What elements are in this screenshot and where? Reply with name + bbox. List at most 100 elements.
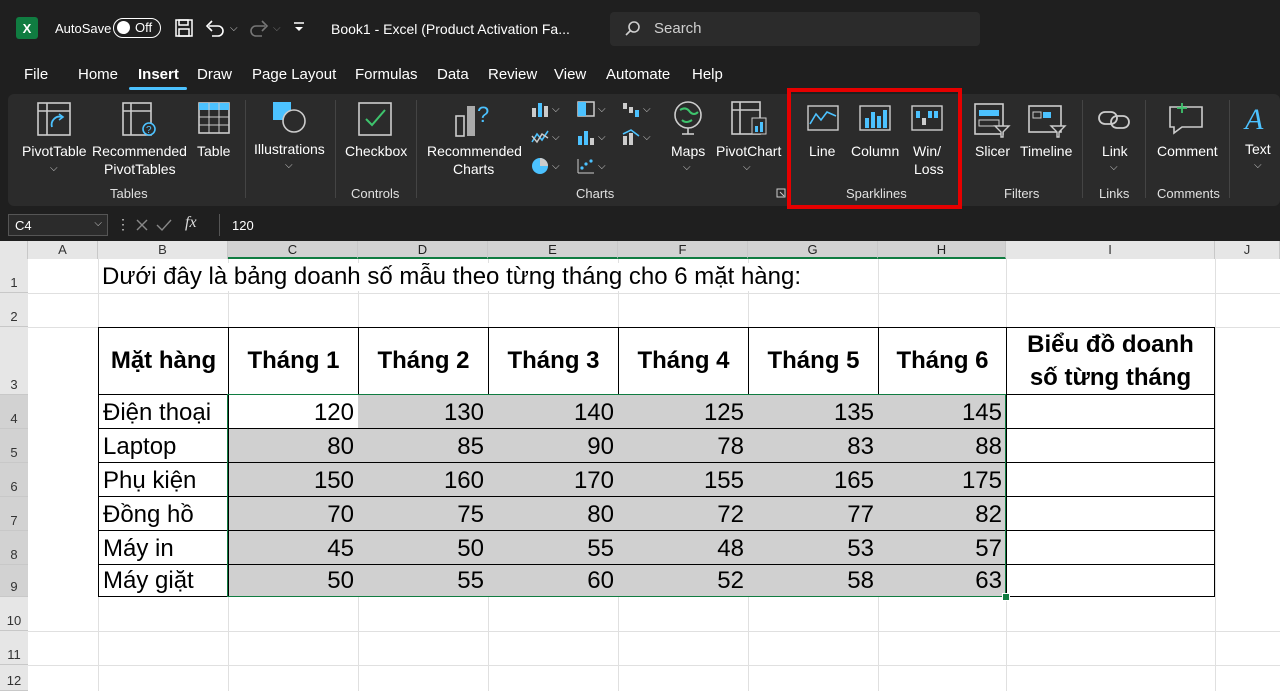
header-month-5[interactable]: Tháng 5 — [748, 327, 879, 395]
data-cell[interactable]: 150 — [228, 463, 359, 497]
data-cell[interactable]: 90 — [488, 429, 619, 463]
comment-icon[interactable] — [1168, 101, 1206, 135]
pie-chart-chevron-icon[interactable]: ⌵ — [552, 161, 560, 172]
row-header-12[interactable]: 12 — [0, 665, 28, 691]
data-cell[interactable]: 88 — [878, 429, 1007, 463]
data-cell[interactable]: 170 — [488, 463, 619, 497]
statistic-chart-chevron-icon[interactable]: ⌵ — [598, 132, 606, 143]
product-name[interactable]: Laptop — [98, 429, 229, 463]
scatter-chart-chevron-icon[interactable]: ⌵ — [598, 161, 606, 172]
row-header-2[interactable]: 2 — [0, 293, 28, 327]
column-chart-chevron-icon[interactable]: ⌵ — [552, 104, 560, 115]
autosave-toggle[interactable]: Off — [113, 18, 161, 38]
maps-chevron-icon[interactable]: ⌵ — [683, 162, 691, 173]
pivottable-icon[interactable] — [36, 101, 72, 137]
pivotchart-button[interactable]: PivotChart — [716, 142, 781, 160]
product-name[interactable]: Máy in — [98, 531, 229, 565]
column-header-c[interactable]: C — [228, 241, 358, 259]
row-header-7[interactable]: 7 — [0, 497, 28, 531]
scatter-chart-icon[interactable] — [576, 157, 596, 175]
recommended-charts-label-2[interactable]: Charts — [453, 160, 494, 178]
data-cell[interactable]: 145 — [878, 395, 1007, 429]
pivotchart-chevron-icon[interactable]: ⌵ — [743, 162, 751, 173]
data-cell[interactable]: 52 — [618, 565, 749, 597]
column-header-e[interactable]: E — [488, 241, 618, 259]
text-chevron-icon[interactable]: ⌵ — [1254, 160, 1262, 171]
slicer-icon[interactable] — [973, 102, 1011, 138]
illustrations-chevron-icon[interactable]: ⌵ — [285, 160, 293, 171]
column-chart-icon[interactable] — [530, 100, 550, 118]
header-month-2[interactable]: Tháng 2 — [358, 327, 489, 395]
link-icon[interactable] — [1097, 104, 1133, 134]
pivotchart-icon[interactable] — [730, 100, 768, 136]
menu-page-layout[interactable]: Page Layout — [252, 66, 336, 83]
data-cell[interactable]: 125 — [618, 395, 749, 429]
data-cell[interactable]: 55 — [488, 531, 619, 565]
fx-icon[interactable]: fx — [185, 214, 197, 232]
row-header-3[interactable]: 3 — [0, 327, 28, 395]
header-month-4[interactable]: Tháng 4 — [618, 327, 749, 395]
data-cell[interactable]: 175 — [878, 463, 1007, 497]
row-header-8[interactable]: 8 — [0, 531, 28, 565]
data-cell[interactable]: 72 — [618, 497, 749, 531]
menu-help[interactable]: Help — [692, 66, 723, 83]
formula-input[interactable]: 120 — [219, 214, 1280, 236]
sparkline-cell[interactable] — [1006, 395, 1215, 429]
data-cell[interactable]: 75 — [358, 497, 489, 531]
illustrations-icon[interactable] — [270, 99, 310, 135]
product-name[interactable]: Phụ kiện — [98, 463, 229, 497]
menu-insert[interactable]: Insert — [138, 66, 179, 83]
data-cell[interactable]: 48 — [618, 531, 749, 565]
combo-chart-icon[interactable] — [621, 128, 641, 146]
sparkline-cell[interactable] — [1006, 531, 1215, 565]
recommended-pivottables-icon[interactable]: ? — [121, 101, 159, 137]
product-name[interactable]: Máy giặt — [98, 565, 229, 597]
data-cell[interactable]: 70 — [228, 497, 359, 531]
header-month-3[interactable]: Tháng 3 — [488, 327, 619, 395]
column-header-b[interactable]: B — [98, 241, 228, 259]
menu-home[interactable]: Home — [78, 66, 118, 83]
customize-toolbar-icon[interactable] — [292, 20, 306, 34]
menu-data[interactable]: Data — [437, 66, 469, 83]
sparkline-cell[interactable] — [1006, 497, 1215, 531]
statistic-chart-icon[interactable] — [576, 128, 596, 146]
comment-button[interactable]: Comment — [1157, 142, 1218, 160]
header-month-1[interactable]: Tháng 1 — [228, 327, 359, 395]
hierarchy-chart-icon[interactable] — [576, 100, 596, 118]
line-chart-chevron-icon[interactable]: ⌵ — [552, 132, 560, 143]
link-chevron-icon[interactable]: ⌵ — [1110, 162, 1118, 173]
hierarchy-chart-chevron-icon[interactable]: ⌵ — [598, 104, 606, 115]
link-button[interactable]: Link — [1102, 142, 1128, 160]
menu-view[interactable]: View — [554, 66, 586, 83]
data-cell[interactable]: 165 — [748, 463, 879, 497]
timeline-button[interactable]: Timeline — [1020, 142, 1072, 160]
redo-icon[interactable] — [248, 18, 270, 38]
header-product[interactable]: Mặt hàng — [98, 327, 229, 395]
search-box[interactable]: Search — [610, 12, 980, 46]
maps-button[interactable]: Maps — [671, 142, 705, 160]
data-cell[interactable]: 58 — [748, 565, 879, 597]
menu-formulas[interactable]: Formulas — [355, 66, 418, 83]
table-button[interactable]: Table — [197, 142, 230, 160]
save-icon[interactable] — [174, 18, 194, 38]
recommended-pivottables-label-1[interactable]: Recommended — [92, 142, 187, 160]
recommended-pivottables-label-2[interactable]: PivotTables — [104, 160, 176, 178]
data-cell[interactable]: 50 — [358, 531, 489, 565]
more-options-icon[interactable]: ⋮ — [116, 216, 130, 233]
checkbox-icon[interactable] — [357, 101, 393, 137]
product-name[interactable]: Điện thoại — [98, 395, 229, 429]
recommended-charts-icon[interactable]: ? — [453, 100, 493, 138]
recommended-charts-label-1[interactable]: Recommended — [427, 142, 522, 160]
pivottable-button[interactable]: PivotTable — [22, 142, 87, 160]
data-cell[interactable]: 82 — [878, 497, 1007, 531]
data-cell[interactable]: 135 — [748, 395, 879, 429]
data-cell[interactable]: 60 — [488, 565, 619, 597]
data-cell[interactable]: 85 — [358, 429, 489, 463]
row-header-10[interactable]: 10 — [0, 597, 28, 631]
column-header-f[interactable]: F — [618, 241, 748, 259]
sparkline-cell[interactable] — [1006, 429, 1215, 463]
row-header-11[interactable]: 11 — [0, 631, 28, 665]
maps-icon[interactable] — [672, 100, 704, 136]
undo-icon[interactable] — [204, 18, 226, 38]
text-icon[interactable]: A — [1241, 101, 1273, 135]
